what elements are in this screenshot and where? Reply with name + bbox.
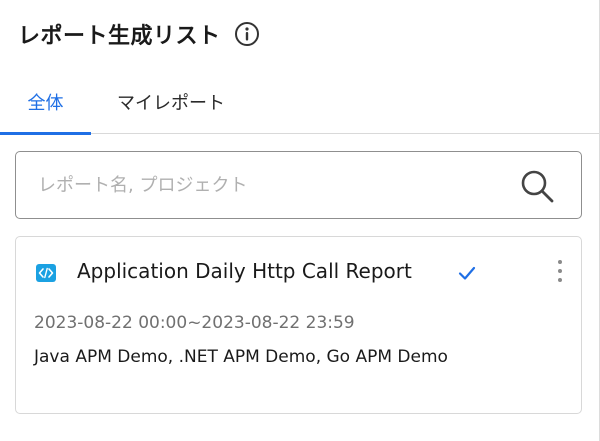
code-icon <box>36 264 56 282</box>
report-tabs: 全体 マイレポート <box>0 78 599 135</box>
panel-header: レポート生成リスト <box>18 16 261 52</box>
search-box <box>15 151 582 219</box>
tab-my-reports[interactable]: マイレポート <box>117 78 225 134</box>
active-tab-indicator <box>0 132 91 135</box>
info-circle-icon[interactable] <box>233 20 261 48</box>
tab-all-label: 全体 <box>27 93 64 114</box>
more-vertical-icon[interactable] <box>551 257 569 285</box>
search-icon[interactable] <box>519 168 555 204</box>
page-title: レポート生成リスト <box>18 24 221 49</box>
report-card[interactable]: Application Daily Http Call Report 2023-… <box>15 236 582 414</box>
report-period: 2023-08-22 00:00~2023-08-22 23:59 <box>34 313 355 333</box>
checkmark-icon <box>456 262 478 284</box>
search-input[interactable] <box>38 152 508 218</box>
report-title[interactable]: Application Daily Http Call Report <box>77 259 412 283</box>
tab-my-reports-label: マイレポート <box>117 93 225 114</box>
tab-all[interactable]: 全体 <box>0 78 91 135</box>
report-projects: Java APM Demo, .NET APM Demo, Go APM Dem… <box>34 347 448 367</box>
